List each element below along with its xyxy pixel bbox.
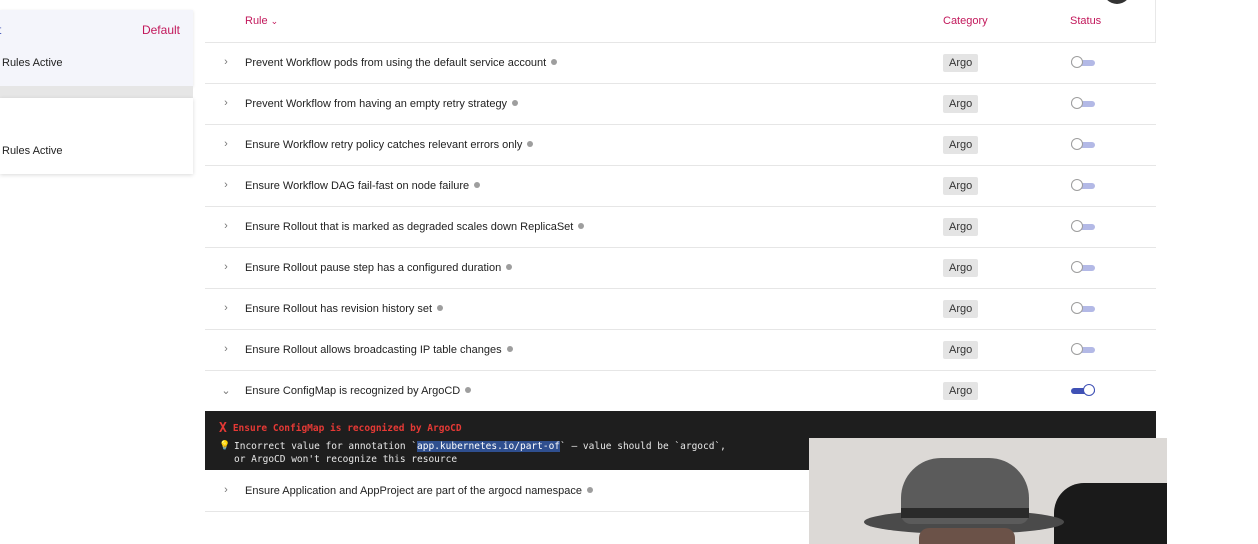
category-badge: Argo bbox=[943, 300, 979, 318]
rule-name: Ensure Rollout pause step has a configur… bbox=[245, 262, 513, 274]
info-icon[interactable] bbox=[506, 346, 513, 353]
category-badge: Argo bbox=[943, 95, 979, 113]
table-row[interactable]: › Prevent Workflow from having an empty … bbox=[205, 84, 1156, 125]
rule-name-text: Ensure Rollout that is marked as degrade… bbox=[245, 221, 574, 233]
rule-name: Ensure Rollout allows broadcasting IP ta… bbox=[245, 344, 513, 356]
rule-name: Prevent Workflow pods from using the def… bbox=[245, 57, 558, 69]
rule-name: Ensure Rollout has revision history set bbox=[245, 303, 444, 315]
rules-active-text: Rules Active bbox=[2, 145, 63, 157]
table-header: Rule ⌄ Category Status bbox=[205, 0, 1156, 43]
chevron-right-icon[interactable]: › bbox=[221, 261, 231, 273]
card-divider bbox=[0, 86, 193, 98]
rules-active-text: Rules Active bbox=[2, 57, 63, 69]
category-badge: Argo bbox=[943, 218, 979, 236]
rule-name-text: Prevent Workflow pods from using the def… bbox=[245, 57, 547, 69]
rule-name: Ensure ConfigMap is recognized by ArgoCD bbox=[245, 385, 472, 397]
rule-name-text: Ensure Workflow retry policy catches rel… bbox=[245, 139, 523, 151]
table-row[interactable]: › Ensure Rollout allows broadcasting IP … bbox=[205, 330, 1156, 371]
terminal-message-line1: Incorrect value for annotation `app.kube… bbox=[234, 441, 726, 452]
info-icon[interactable] bbox=[465, 387, 472, 394]
status-toggle[interactable] bbox=[1071, 302, 1095, 314]
info-icon[interactable] bbox=[527, 141, 534, 148]
rule-name: Ensure Rollout that is marked as degrade… bbox=[245, 221, 585, 233]
terminal-error-title: X Ensure ConfigMap is recognized by ArgoC… bbox=[219, 420, 462, 436]
category-badge: Argo bbox=[943, 136, 979, 154]
rule-name: Prevent Workflow from having an empty re… bbox=[245, 98, 519, 110]
default-label: Default bbox=[141, 23, 180, 37]
chevron-right-icon[interactable]: › bbox=[221, 97, 231, 109]
info-icon[interactable] bbox=[506, 264, 513, 271]
info-icon[interactable] bbox=[578, 223, 585, 230]
rule-column-header[interactable]: Rule ⌄ bbox=[245, 15, 278, 27]
status-column-header: Status bbox=[1070, 15, 1102, 27]
rule-name-text: Ensure Workflow DAG fail-fast on node fa… bbox=[245, 180, 470, 192]
chevron-down-icon[interactable]: ⌄ bbox=[221, 384, 231, 397]
status-toggle[interactable] bbox=[1071, 384, 1095, 396]
terminal-message-line2: or ArgoCD won't recognize this resource bbox=[234, 454, 458, 465]
info-icon[interactable] bbox=[512, 100, 519, 107]
rule-name-text: Ensure Application and AppProject are pa… bbox=[245, 485, 582, 497]
terminal-highlight: app.kubernetes.io/part-of bbox=[417, 441, 561, 452]
info-icon[interactable] bbox=[551, 59, 558, 66]
category-badge: Argo bbox=[943, 54, 979, 72]
table-row[interactable]: › Ensure Workflow DAG fail-fast on node … bbox=[205, 166, 1156, 207]
category-badge: Argo bbox=[943, 341, 979, 359]
table-row-expanded[interactable]: ⌄ Ensure ConfigMap is recognized by Argo… bbox=[205, 371, 1156, 412]
chevron-down-icon: ⌄ bbox=[270, 16, 279, 26]
table-row[interactable]: › Ensure Rollout that is marked as degra… bbox=[205, 207, 1156, 248]
rule-name-text: Ensure Rollout allows broadcasting IP ta… bbox=[245, 344, 502, 356]
chevron-right-icon[interactable]: › bbox=[221, 484, 231, 496]
error-x-icon: X bbox=[219, 421, 227, 436]
chevron-right-icon[interactable]: › bbox=[221, 56, 231, 68]
webcam-overlay bbox=[809, 438, 1167, 544]
rule-name-text: Ensure ConfigMap is recognized by ArgoCD bbox=[245, 385, 461, 397]
table-row[interactable]: › Ensure Rollout has revision history se… bbox=[205, 289, 1156, 330]
policy-card-secondary[interactable]: Rules Active bbox=[0, 98, 193, 174]
chevron-right-icon[interactable]: › bbox=[221, 138, 231, 150]
table-row[interactable]: › Ensure Rollout pause step has a config… bbox=[205, 248, 1156, 289]
policy-card-default[interactable]: t Default Rules Active bbox=[0, 10, 193, 86]
chevron-right-icon[interactable]: › bbox=[221, 220, 231, 232]
chevron-right-icon[interactable]: › bbox=[221, 343, 231, 355]
info-icon[interactable] bbox=[586, 487, 593, 494]
terminal-text: Incorrect value for annotation ` bbox=[234, 441, 418, 452]
chevron-right-icon[interactable]: › bbox=[221, 302, 231, 314]
status-toggle[interactable] bbox=[1071, 343, 1095, 355]
rule-name: Ensure Workflow retry policy catches rel… bbox=[245, 139, 534, 151]
category-badge: Argo bbox=[943, 259, 979, 277]
terminal-text: ` — value should be `argocd`, bbox=[560, 441, 726, 452]
rule-name: Ensure Workflow DAG fail-fast on node fa… bbox=[245, 180, 481, 192]
category-badge: Argo bbox=[943, 382, 979, 400]
webcam-face bbox=[919, 528, 1015, 544]
webcam-hat-band bbox=[901, 508, 1029, 518]
webcam-chair bbox=[1054, 483, 1167, 544]
rule-name-text: Ensure Rollout has revision history set bbox=[245, 303, 433, 315]
terminal-title-text: Ensure ConfigMap is recognized by ArgoCD bbox=[232, 423, 462, 434]
table-row[interactable]: › Prevent Workflow pods from using the d… bbox=[205, 43, 1156, 84]
rule-name-text: Ensure Rollout pause step has a configur… bbox=[245, 262, 502, 274]
lightbulb-icon: 💡 bbox=[219, 441, 231, 451]
category-badge: Argo bbox=[943, 177, 979, 195]
chevron-right-icon[interactable]: › bbox=[221, 179, 231, 191]
status-toggle[interactable] bbox=[1071, 97, 1095, 109]
status-toggle[interactable] bbox=[1071, 179, 1095, 191]
policy-card-mark: t bbox=[0, 23, 1, 37]
status-toggle[interactable] bbox=[1071, 56, 1095, 68]
info-icon[interactable] bbox=[474, 182, 481, 189]
table-row[interactable]: › Ensure Workflow retry policy catches r… bbox=[205, 125, 1156, 166]
rule-name-text: Prevent Workflow from having an empty re… bbox=[245, 98, 508, 110]
rule-header-label: Rule bbox=[245, 15, 268, 27]
category-column-header: Category bbox=[943, 15, 988, 27]
status-toggle[interactable] bbox=[1071, 261, 1095, 273]
status-toggle[interactable] bbox=[1071, 220, 1095, 232]
info-icon[interactable] bbox=[437, 305, 444, 312]
rule-name: Ensure Application and AppProject are pa… bbox=[245, 485, 593, 497]
status-toggle[interactable] bbox=[1071, 138, 1095, 150]
